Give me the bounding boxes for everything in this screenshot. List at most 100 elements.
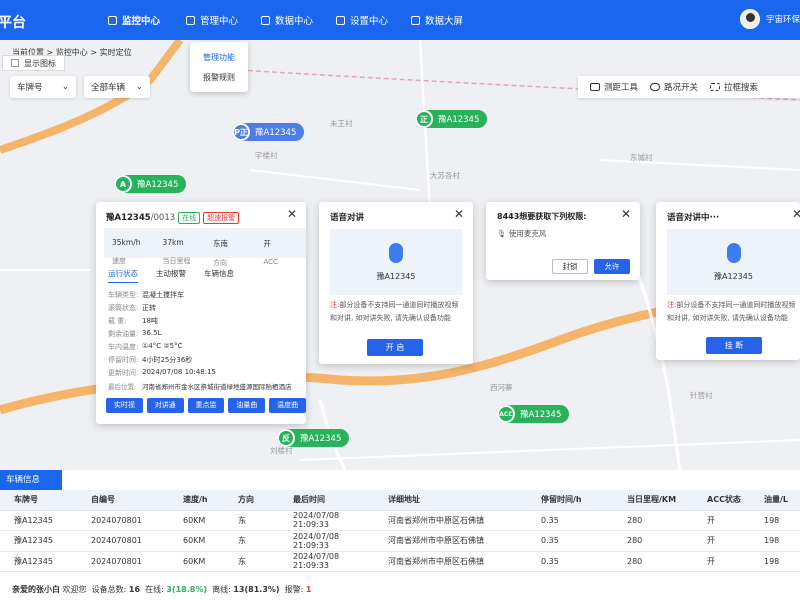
- management-dropdown: 管理功能 报警规则: [190, 42, 248, 92]
- table-row[interactable]: 豫A12345 2024070801 60KM 东 2024/07/08 21:09:3…: [0, 552, 800, 572]
- vehicle-marker[interactable]: A 豫A12345: [114, 175, 187, 193]
- calling-box: 豫A12345: [667, 229, 800, 295]
- table-header: 车牌号 自编号 速度/h 方向 最后时间 详细地址 停留时间/h 当日里程/KM ACC状态 油量…: [0, 490, 800, 511]
- close-icon[interactable]: ✕: [287, 207, 297, 221]
- gear-icon: [336, 15, 345, 25]
- field-row: 车辆类型: 混凝土搅拌车: [108, 291, 184, 299]
- temperature-curve-button[interactable]: 温度曲线: [269, 398, 306, 424]
- field-row: 车内温度: ①4°C ②5°C: [108, 342, 183, 351]
- microphone-icon: 🎙: [497, 229, 507, 238]
- chart-icon: [261, 15, 270, 25]
- vehicle-marker[interactable]: 正豫A12345: [415, 110, 488, 128]
- microphone-icon: [389, 242, 403, 263]
- user-menu[interactable]: 宇宙环保: [739, 9, 800, 29]
- close-icon[interactable]: ✕: [454, 207, 464, 221]
- vehicle-marker[interactable]: P正 豫A12345: [232, 123, 305, 141]
- marker-tag: A: [114, 175, 132, 193]
- plate-select[interactable]: 车牌号 ⌄: [10, 76, 76, 98]
- nav-data-screen[interactable]: 数据大屏: [411, 0, 463, 40]
- map-place: 大苏各村: [430, 171, 460, 180]
- alarm-count: 1: [305, 585, 312, 594]
- nav-monitor-center[interactable]: 监控中心: [108, 0, 160, 40]
- voice-start-button[interactable]: 开 启: [367, 339, 423, 356]
- field-row: 滚筒状态: 正转: [108, 304, 156, 312]
- traffic-icon: [650, 83, 661, 91]
- checkbox-box[interactable]: [11, 59, 19, 67]
- greeting: 亲爱的张小白: [12, 585, 60, 594]
- calling-plate: 豫A12345: [714, 271, 753, 281]
- marker-tag: 反: [277, 429, 295, 447]
- hangup-button[interactable]: 挂 断: [706, 337, 762, 354]
- monitor-icon: [108, 15, 117, 25]
- deny-button[interactable]: 封锁: [552, 259, 588, 274]
- field-row: 更新时间: 2024/07/08 10:48:15: [108, 368, 217, 377]
- calling-note: 注:部分设备不支持同一通道同时播放视频和对讲, 如对讲失败, 请先确认设备功能: [667, 301, 796, 322]
- vehicle-actions: 实时视频 对讲通话 重点监控 油量曲线 温度曲线: [106, 398, 306, 424]
- tab-active-alarm[interactable]: 主动报警: [156, 268, 186, 283]
- chevron-down-icon: ⌄: [61, 82, 69, 92]
- tab-running-status[interactable]: 运行状态: [108, 268, 138, 283]
- menu-item-alarm-rules[interactable]: 报警规则: [203, 72, 235, 83]
- box-select-icon: [710, 83, 721, 91]
- map-toolbar: 测距工具 路况开关 拉框搜索: [578, 76, 800, 98]
- vehicle-info-tab[interactable]: 车辆信息: [0, 470, 62, 490]
- voice-plate: 豫A12345: [376, 271, 416, 281]
- logo-text: 平台: [0, 15, 26, 31]
- chevron-down-icon: ⌄: [135, 82, 143, 92]
- map-place: 针营村: [690, 391, 713, 400]
- map-place: 宇楼村: [255, 151, 278, 160]
- permission-item: 🎙 使用麦克风: [497, 229, 547, 238]
- ruler-tool-button[interactable]: 测距工具: [590, 81, 638, 93]
- marker-tag: P正: [232, 123, 250, 141]
- nav-settings-center[interactable]: 设置中心: [336, 0, 388, 40]
- voice-intercom-card: 语音对讲 ✕ 豫A12345 注:部分设备不支持同一通道同时播放视频和对讲, 如…: [319, 202, 473, 364]
- close-icon[interactable]: ✕: [621, 207, 631, 221]
- vehicle-table: 车牌号 自编号 速度/h 方向 最后时间 详细地址 停留时间/h 当日里程/KM ACC状态 油量…: [0, 490, 800, 572]
- voice-note: 注:部分设备不支持同一通道同时播放视频和对讲, 如对讲失败, 请先确认设备功能: [330, 301, 459, 322]
- field-row: 剩余油量: 36.5L: [108, 329, 162, 338]
- vehicle-select[interactable]: 全部车辆 ⌄: [84, 76, 150, 98]
- map-place: 西河寨: [490, 383, 513, 392]
- table-row[interactable]: 豫A12345 2024070801 60KM 东 2024/07/08 21:09:3…: [0, 511, 800, 531]
- microphone-icon: [726, 242, 741, 263]
- close-icon[interactable]: ✕: [792, 207, 800, 221]
- table-row[interactable]: 豫A12345 2024070801 60KM 东 2024/07/08 21:09:3…: [0, 531, 800, 552]
- vehicle-marker[interactable]: 反豫A12345: [277, 429, 350, 447]
- online-count: 3(18.8%): [166, 585, 208, 594]
- intercom-button[interactable]: 对讲通话: [146, 398, 184, 424]
- live-video-button[interactable]: 实时视频: [106, 398, 143, 424]
- status-bar: 亲爱的张小白 欢迎您 设备总数: 16 在线: 3(18.8%) 离线: 13(…: [12, 585, 312, 594]
- alarm-badge: 超速报警: [203, 212, 240, 224]
- map-place: 未王村: [330, 119, 353, 128]
- voice-box: 豫A12345: [330, 229, 462, 295]
- permission-title: 8443想要获取下列权限:: [497, 212, 587, 221]
- voice-card-title: 语音对讲: [330, 213, 365, 223]
- traffic-toggle-button[interactable]: 路况开关: [650, 81, 698, 93]
- online-badge: 在线: [178, 212, 201, 224]
- show-icon-checkbox[interactable]: 显示图标: [2, 55, 65, 71]
- tab-vehicle-info[interactable]: 车辆信息: [204, 268, 234, 283]
- calling-card-title: 语音对讲中···: [667, 213, 720, 223]
- box-search-button[interactable]: 拉框搜索: [710, 81, 758, 93]
- vehicle-tabs: 运行状态 主动报警 车辆信息: [108, 268, 234, 283]
- vehicle-plate: 豫A12345: [106, 213, 151, 223]
- vehicle-marker[interactable]: ACC 豫A12345: [497, 405, 570, 423]
- marker-tag: ACC: [497, 405, 515, 423]
- nav-data-center[interactable]: 数据中心: [261, 0, 313, 40]
- offline-count: 13(81.3%): [233, 585, 280, 594]
- nav-management-center[interactable]: 管理中心: [186, 0, 238, 40]
- fuel-curve-button[interactable]: 油量曲线: [228, 398, 266, 424]
- permission-dialog: 8443想要获取下列权限: ✕ 🎙 使用麦克风 封锁 允许: [486, 202, 640, 280]
- field-row: 载 重: 18吨: [108, 317, 158, 325]
- device-total: 16: [128, 585, 141, 594]
- user-name: 宇宙环保: [765, 15, 800, 25]
- vehicle-stats: 35km/h 速度 37km 当日里程 东南 方向 开 ACC: [104, 228, 306, 267]
- key-monitor-button[interactable]: 重点监控: [187, 398, 225, 424]
- voice-calling-card: 语音对讲中··· ✕ 豫A12345 注:部分设备不支持同一通道同时播放视频和对…: [656, 202, 800, 360]
- allow-button[interactable]: 允许: [594, 259, 630, 274]
- field-row: 停留时间: 4小时25分36秒: [108, 356, 193, 364]
- screen-icon: [411, 15, 420, 25]
- avatar[interactable]: [739, 9, 760, 29]
- menu-item-management[interactable]: 管理功能: [203, 52, 235, 63]
- top-nav-bar: 平台 监控中心 管理中心 数据中心 设置中心 数据大屏 宇宙环保: [0, 0, 800, 40]
